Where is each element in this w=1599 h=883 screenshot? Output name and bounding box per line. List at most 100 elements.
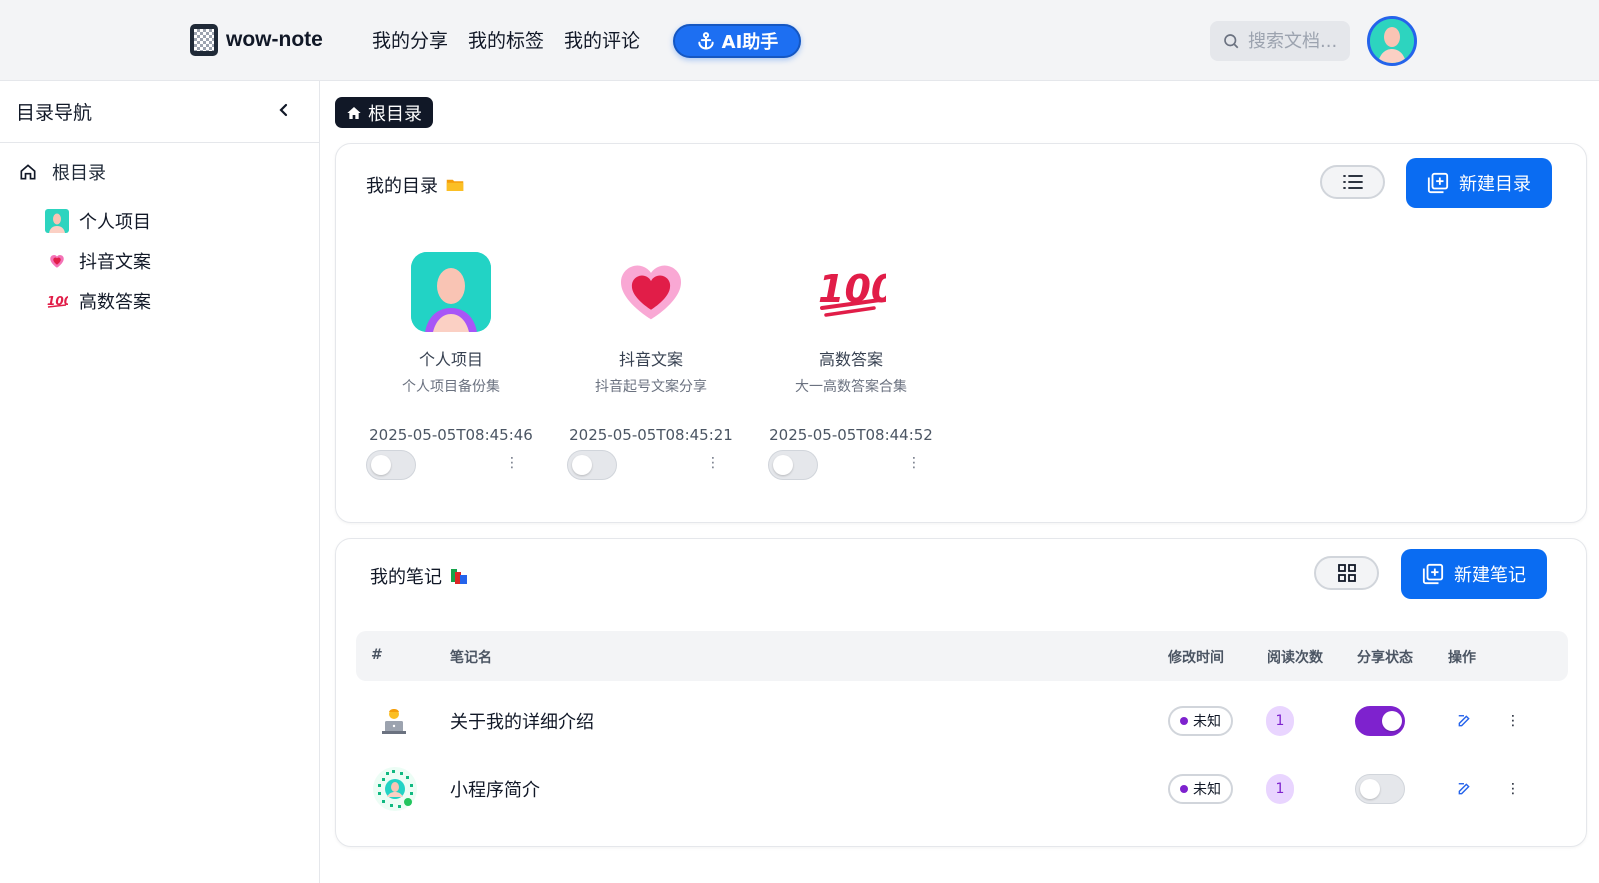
note-cover-icon [378, 691, 410, 751]
read-count: 1 [1266, 691, 1294, 751]
folder-icon [446, 179, 464, 191]
sidebar-item-douyin-copy[interactable]: 抖音文案 [0, 241, 319, 281]
modified-badge: 未知 [1168, 691, 1233, 751]
add-folder-icon [1427, 172, 1449, 194]
search-input[interactable] [1248, 30, 1343, 52]
list-view-button[interactable] [1320, 165, 1385, 199]
edit-icon[interactable] [1457, 759, 1471, 819]
col-share-status: 分享状态 [1357, 650, 1413, 666]
sidebar-root-label: 根目录 [52, 163, 106, 184]
search-box[interactable] [1210, 21, 1350, 61]
list-icon [1342, 175, 1363, 189]
folder-time: 2025-05-05T08:45:21 [569, 426, 733, 444]
notes-table-header: # 笔记名 修改时间 阅读次数 分享状态 操作 [356, 631, 1568, 681]
more-icon[interactable]: ⋮ [706, 456, 720, 470]
sidebar-item-label: 个人项目 [79, 212, 151, 233]
app-logo[interactable]: wow-note [190, 24, 323, 56]
read-count-value: 1 [1266, 774, 1294, 804]
hundred-icon: 100 [45, 289, 69, 313]
directory-sidebar: 目录导航 根目录 个人项目 抖音文案 100 高数答案 [0, 81, 320, 883]
hundred-icon: 100 [811, 252, 891, 332]
share-status [1355, 759, 1405, 819]
nav-my-comments[interactable]: 我的评论 [564, 26, 640, 53]
notes-title-label: 我的笔记 [370, 567, 442, 588]
sidebar-item-label: 高数答案 [79, 292, 151, 313]
share-toggle[interactable] [768, 450, 818, 480]
share-toggle[interactable] [1355, 774, 1405, 804]
search-icon [1224, 34, 1239, 49]
logo-icon [190, 24, 218, 56]
sidebar-item-root[interactable]: 根目录 [0, 157, 319, 187]
modified-label: 未知 [1193, 782, 1221, 798]
collapse-sidebar-icon[interactable] [277, 101, 291, 124]
folder-name: 高数答案 [818, 350, 883, 369]
grid-view-button[interactable] [1314, 556, 1379, 590]
folder-card[interactable]: 抖音文案 抖音起号文案分享 2025-05-05T08:45:21 [566, 252, 736, 444]
top-header: wow-note 我的分享 我的标签 我的评论 AI助手 [0, 0, 1599, 81]
sidebar-header: 目录导航 [0, 81, 319, 143]
qr-code-icon [372, 759, 418, 819]
col-note-name: 笔记名 [450, 650, 492, 666]
note-name[interactable]: 小程序简介 [450, 759, 540, 819]
more-icon[interactable]: ⋮ [1506, 691, 1520, 751]
more-icon[interactable]: ⋮ [907, 456, 921, 470]
folder-desc: 个人项目备份集 [402, 379, 500, 395]
directories-card: 我的目录 新建目录 个人项目 个人项目备份集 2025-05-05T08:45:… [335, 143, 1587, 523]
share-toggle[interactable] [1355, 706, 1405, 736]
col-actions: 操作 [1448, 650, 1476, 666]
new-note-button[interactable]: 新建笔记 [1401, 549, 1547, 599]
table-row[interactable]: 小程序简介 未知 1 ⋮ [356, 759, 1568, 819]
books-icon [451, 569, 467, 584]
directories-title: 我的目录 [366, 172, 464, 198]
sidebar-item-math-answers[interactable]: 100 高数答案 [0, 281, 319, 321]
share-toggle[interactable] [366, 450, 416, 480]
col-modified: 修改时间 [1168, 650, 1224, 666]
new-note-label: 新建笔记 [1454, 565, 1526, 586]
read-count-value: 1 [1266, 706, 1294, 736]
home-icon [20, 164, 36, 180]
folder-name: 个人项目 [418, 350, 483, 369]
notes-card: 我的笔记 新建笔记 # 笔记名 修改时间 阅读次数 分享状态 操作 关于我的详细… [335, 538, 1587, 847]
heart-icon [611, 252, 691, 332]
avatar-icon [1370, 19, 1414, 63]
sidebar-item-label: 抖音文案 [79, 252, 151, 273]
top-nav: 我的分享 我的标签 我的评论 [372, 26, 660, 53]
anchor-icon [698, 32, 714, 50]
avatar-icon [45, 209, 69, 233]
edit-icon[interactable] [1457, 691, 1471, 751]
sidebar-item-personal-projects[interactable]: 个人项目 [0, 201, 319, 241]
directories-title-label: 我的目录 [366, 176, 438, 197]
breadcrumb-root[interactable]: 根目录 [335, 97, 433, 128]
home-icon [347, 106, 361, 119]
share-status [1355, 691, 1405, 751]
new-directory-button[interactable]: 新建目录 [1406, 158, 1552, 208]
folder-card[interactable]: 个人项目 个人项目备份集 2025-05-05T08:45:46 [366, 252, 536, 444]
notes-title: 我的笔记 [370, 563, 468, 589]
avatar-icon [411, 252, 491, 332]
folder-desc: 抖音起号文案分享 [595, 379, 707, 395]
breadcrumb-label: 根目录 [368, 103, 422, 125]
folder-time: 2025-05-05T08:45:46 [369, 426, 533, 444]
heart-icon [45, 249, 69, 273]
folder-time: 2025-05-05T08:44:52 [769, 426, 933, 444]
modified-badge: 未知 [1168, 759, 1233, 819]
share-toggle[interactable] [567, 450, 617, 480]
more-icon[interactable]: ⋮ [505, 456, 519, 470]
col-reads: 阅读次数 [1267, 650, 1323, 666]
more-icon[interactable]: ⋮ [1506, 759, 1520, 819]
modified-label: 未知 [1193, 714, 1221, 730]
nav-my-tags[interactable]: 我的标签 [468, 26, 544, 53]
table-row[interactable]: 关于我的详细介绍 未知 1 ⋮ [356, 691, 1568, 751]
folder-name: 抖音文案 [618, 350, 683, 369]
folder-card[interactable]: 100 高数答案 大一高数答案合集 2025-05-05T08:44:52 [766, 252, 936, 444]
grid-icon [1337, 564, 1356, 582]
new-directory-label: 新建目录 [1459, 174, 1531, 195]
note-name[interactable]: 关于我的详细介绍 [450, 691, 594, 751]
nav-my-shares[interactable]: 我的分享 [372, 26, 448, 53]
ai-assistant-button[interactable]: AI助手 [673, 24, 801, 58]
folder-desc: 大一高数答案合集 [795, 379, 907, 395]
sidebar-title: 目录导航 [16, 102, 93, 124]
app-name: wow-note [226, 28, 323, 51]
user-avatar[interactable] [1367, 16, 1417, 66]
col-index: # [371, 647, 383, 663]
